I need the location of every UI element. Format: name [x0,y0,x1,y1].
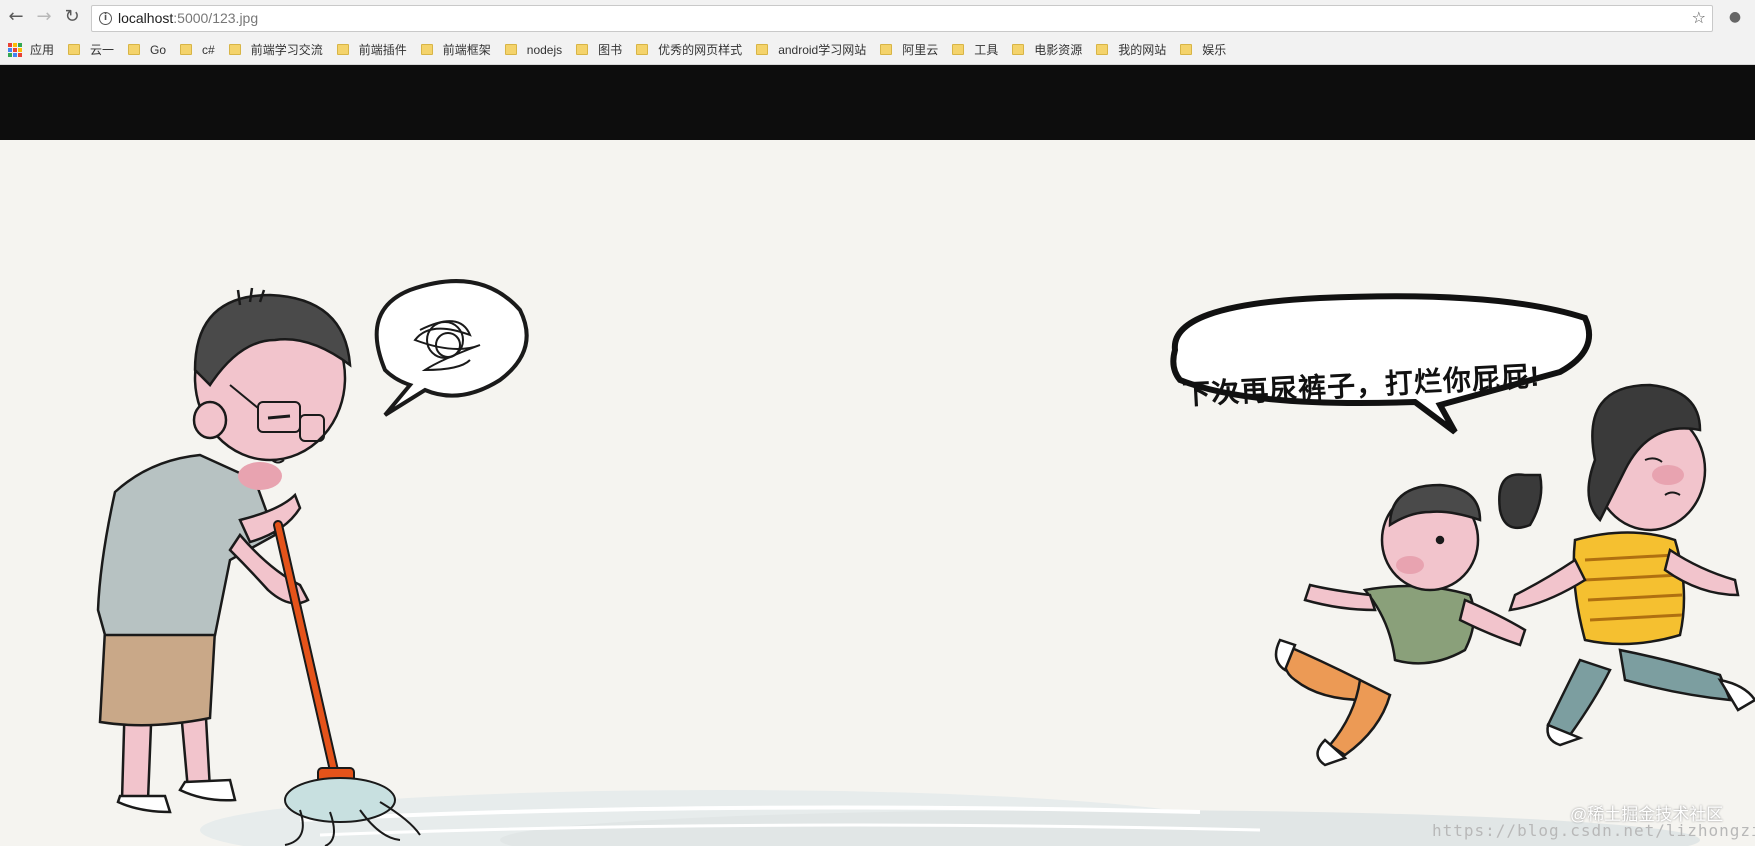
folder-icon [1012,44,1025,55]
apps-grid-dot [8,47,12,52]
bookmark-list: 云一 Go c# 前端学习交流 前端插件 前端框架 nodejs 图书 优秀的网页样式 andro… [68,41,1240,58]
bookmark-label: 优秀的网页样式 [658,43,743,57]
thought-bubble [374,279,529,417]
bookmark-folder[interactable]: nodejs [504,42,563,57]
extension-icon[interactable]: ● [1726,8,1744,26]
bookmark-label: nodejs [526,42,563,57]
bookmark-folder[interactable]: 前端插件 [336,41,407,58]
folder-icon [1180,44,1193,55]
bookmarks-bar: 应用 云一 Go c# 前端学习交流 前端插件 前端框架 nodejs 图书 优秀的网页样式 an… [0,35,1755,65]
folder-icon [504,44,517,55]
url-path: :5000/123.jpg [173,10,259,26]
bookmark-label: 前端插件 [358,43,407,57]
apps-grid-dot [13,52,17,57]
bookmark-folder[interactable]: c# [180,43,215,57]
folder-icon [228,44,241,55]
bookmark-label: 阿里云 [902,43,939,57]
apps-grid-dot [18,52,22,57]
info-icon[interactable]: i [99,12,112,25]
apps-grid-dot [8,42,12,47]
address-bar[interactable]: i localhost:5000/123.jpg ☆ [91,5,1713,32]
folder-icon [180,44,193,55]
bookmark-label: 云一 [90,43,115,57]
apps-grid-dot [18,47,22,52]
folder-icon [576,44,589,55]
bookmark-folder[interactable]: 娱乐 [1180,41,1226,58]
folder-icon [336,44,349,55]
bookmark-folder[interactable]: 我的网站 [1096,41,1166,58]
browser-toolbar: ← → ↻ i localhost:5000/123.jpg ☆ ● [0,0,1755,35]
watermark: @稀土掘金技术社区 [1570,805,1724,824]
bookmark-folder[interactable]: 电影资源 [1012,41,1082,58]
star-icon[interactable]: ☆ [1692,8,1706,27]
bookmark-folder[interactable]: 图书 [576,41,622,58]
bookmark-label: 娱乐 [1202,43,1227,57]
bookmark-label: 工具 [974,43,999,57]
apps-grid-dot [13,42,17,47]
bookmark-label: 我的网站 [1118,43,1167,57]
folder-icon [756,44,769,55]
boy-figure [1274,483,1527,767]
page-header-band [0,65,1755,140]
bookmark-folder[interactable]: 工具 [952,41,998,58]
bookmark-label: 应用 [30,43,55,57]
folder-icon [128,44,141,55]
bookmark-label: 电影资源 [1034,43,1083,57]
bookmark-folder[interactable]: 阿里云 [880,41,938,58]
apps-grid-dot [18,42,22,47]
bookmark-label: 图书 [598,43,623,57]
bookmark-folder[interactable]: 优秀的网页样式 [636,41,742,58]
url-host: localhost [118,10,174,26]
forward-arrow-icon[interactable]: → [33,6,55,28]
reload-icon[interactable]: ↻ [61,6,83,28]
comic-image: 下次再尿裤子，打烂你屁屁! https://blog.csdn.net/lizh… [0,140,1755,846]
bookmark-label: c# [202,42,215,57]
bookmark-apps[interactable]: 应用 [8,41,54,58]
father-figure [96,287,352,814]
back-arrow-icon[interactable]: ← [5,6,27,28]
bookmark-folder[interactable]: 前端框架 [420,41,491,58]
bookmark-label: 前端学习交流 [250,43,323,57]
comic-illustration [96,279,1755,846]
bookmark-folder[interactable]: 云一 [68,41,114,58]
bookmark-label: Go [150,42,167,57]
folder-icon [880,44,893,55]
url-text[interactable]: localhost:5000/123.jpg [118,10,258,26]
folder-icon [68,44,81,55]
bookmark-label: 前端框架 [442,43,491,57]
bookmark-label: android学习网站 [778,43,867,57]
folder-icon [420,44,433,55]
apps-grid-dot [13,47,17,52]
folder-icon [636,44,649,55]
bookmark-folder[interactable]: 前端学习交流 [228,41,323,58]
bookmark-folder[interactable]: Go [128,43,166,57]
mop [273,520,421,846]
apps-grid-dot [8,52,12,57]
apps-grid-icon [8,42,22,57]
bookmark-folder[interactable]: android学习网站 [756,41,866,58]
folder-icon [1096,44,1109,55]
girl-figure [1498,383,1755,747]
folder-icon [952,44,965,55]
